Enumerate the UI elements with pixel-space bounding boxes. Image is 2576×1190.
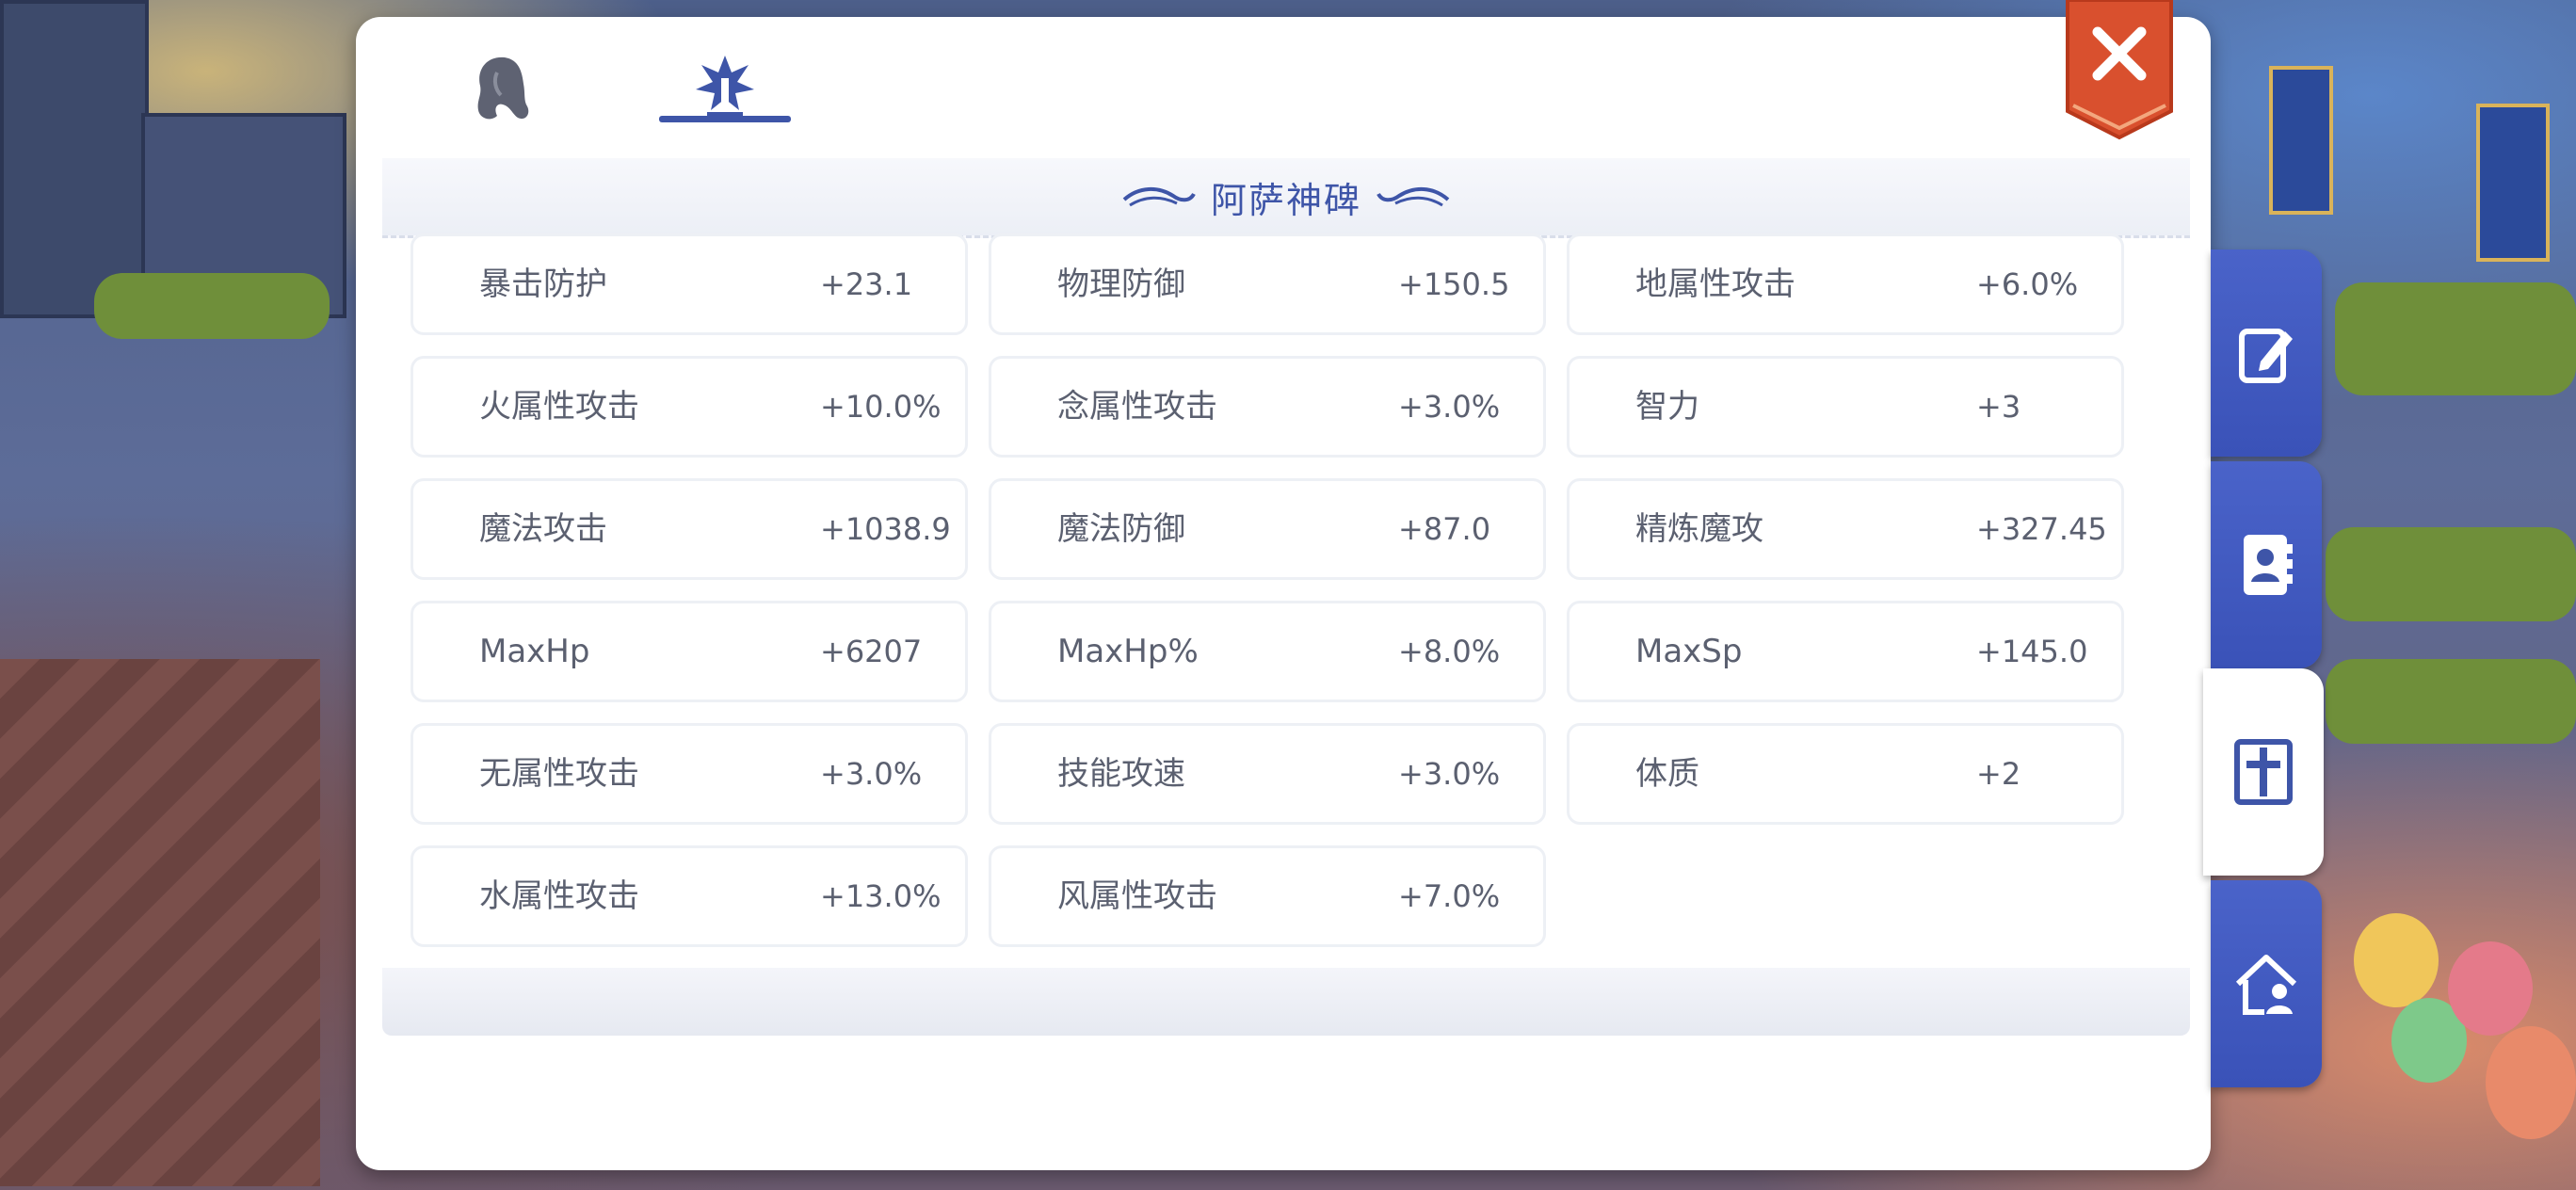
stat-cell: 风属性攻击 +7.0% bbox=[989, 845, 1546, 947]
stat-cell: 魔法攻击 +1038.9 bbox=[411, 478, 968, 580]
tab-emblem[interactable] bbox=[659, 38, 791, 141]
stat-value: +3 bbox=[1976, 389, 2021, 425]
stat-value: +6.0% bbox=[1976, 266, 2079, 302]
stat-value: +6207 bbox=[820, 634, 923, 669]
stat-cell: 体质 +2 bbox=[1567, 723, 2124, 825]
stat-cell: 暴击防护 +23.1 bbox=[411, 233, 968, 335]
stat-label: MaxHp% bbox=[1057, 633, 1199, 670]
stat-cell: 水属性攻击 +13.0% bbox=[411, 845, 968, 947]
stat-cell: 技能攻速 +3.0% bbox=[989, 723, 1546, 825]
stat-value: +327.45 bbox=[1976, 511, 2107, 547]
stat-label: 水属性攻击 bbox=[479, 877, 639, 915]
title-bar: 阿萨神碑 bbox=[382, 158, 2190, 238]
side-tab-edit[interactable] bbox=[2211, 249, 2322, 457]
stat-value: +87.0 bbox=[1398, 511, 1491, 547]
stat-label: 精炼魔攻 bbox=[1635, 510, 1763, 548]
side-tab-guild-house[interactable] bbox=[2211, 880, 2322, 1087]
side-tab-emblem[interactable] bbox=[2203, 668, 2324, 876]
panel-title: 阿萨神碑 bbox=[1210, 179, 1361, 221]
stat-value: +7.0% bbox=[1398, 878, 1501, 914]
stat-value: +8.0% bbox=[1398, 634, 1501, 669]
stat-value: +3.0% bbox=[1398, 756, 1501, 792]
stats-panel: 阿萨神碑 暴击防护 +23.1 物理防御 +150.5 地属性攻击 +6.0% … bbox=[356, 17, 2211, 1170]
stat-label: 魔法防御 bbox=[1057, 510, 1185, 548]
stat-cell: 物理防御 +150.5 bbox=[989, 233, 1546, 335]
stat-cell: 魔法防御 +87.0 bbox=[989, 478, 1546, 580]
right-swirl-ornament bbox=[1377, 187, 1450, 207]
cross-emblem-icon bbox=[2234, 739, 2293, 805]
hedge bbox=[94, 273, 330, 339]
active-tab-indicator bbox=[659, 116, 791, 122]
edit-icon bbox=[2239, 329, 2293, 383]
guild-house-icon bbox=[2235, 955, 2297, 1015]
balloon bbox=[2354, 913, 2439, 1007]
stat-label: 技能攻速 bbox=[1057, 755, 1185, 793]
stat-label: 体质 bbox=[1635, 755, 1699, 793]
balloon bbox=[2448, 941, 2533, 1036]
stat-cell: 火属性攻击 +10.0% bbox=[411, 356, 968, 458]
stat-value: +150.5 bbox=[1398, 266, 1510, 302]
stat-label: 魔法攻击 bbox=[479, 510, 607, 548]
close-button[interactable] bbox=[2064, 0, 2175, 141]
stat-value: +145.0 bbox=[1976, 634, 2088, 669]
stat-cell: MaxHp% +8.0% bbox=[989, 601, 1546, 702]
stat-cell: 念属性攻击 +3.0% bbox=[989, 356, 1546, 458]
hedge bbox=[2326, 527, 2576, 621]
hair-icon bbox=[477, 56, 529, 120]
stat-cell: 智力 +3 bbox=[1567, 356, 2124, 458]
side-tab-contacts[interactable] bbox=[2211, 461, 2322, 668]
stat-label: 火属性攻击 bbox=[479, 388, 639, 426]
stat-cell: MaxSp +145.0 bbox=[1567, 601, 2124, 702]
stat-value: +3.0% bbox=[820, 756, 923, 792]
stat-label: 风属性攻击 bbox=[1057, 877, 1217, 915]
stat-value: +1038.9 bbox=[820, 511, 951, 547]
stat-label: 智力 bbox=[1635, 388, 1699, 426]
close-icon bbox=[2066, 0, 2173, 140]
stat-label: 物理防御 bbox=[1057, 265, 1185, 303]
stat-value: +3.0% bbox=[1398, 389, 1501, 425]
balloon bbox=[2486, 1026, 2576, 1139]
stat-cell: 精炼魔攻 +327.45 bbox=[1567, 478, 2124, 580]
contacts-icon bbox=[2244, 535, 2293, 595]
stat-label: MaxHp bbox=[479, 633, 590, 670]
castle-tower bbox=[0, 0, 149, 318]
left-swirl-ornament bbox=[1122, 187, 1196, 207]
stat-label: 暴击防护 bbox=[479, 265, 607, 303]
stat-label: 无属性攻击 bbox=[479, 755, 639, 793]
stat-label: MaxSp bbox=[1635, 633, 1743, 670]
stat-value: +10.0% bbox=[820, 389, 942, 425]
stat-cell: MaxHp +6207 bbox=[411, 601, 968, 702]
stat-label: 地属性攻击 bbox=[1635, 265, 1795, 303]
banner bbox=[2269, 66, 2333, 215]
hedge bbox=[2335, 282, 2576, 395]
stat-value: +13.0% bbox=[820, 878, 942, 914]
banner bbox=[2476, 104, 2550, 262]
roof-tiles bbox=[0, 659, 320, 1186]
stat-cell: 无属性攻击 +3.0% bbox=[411, 723, 968, 825]
stat-value: +2 bbox=[1976, 756, 2021, 792]
stat-value: +23.1 bbox=[820, 266, 913, 302]
tab-hair[interactable] bbox=[431, 38, 572, 141]
panel-footer bbox=[382, 968, 2190, 1036]
stat-cell: 地属性攻击 +6.0% bbox=[1567, 233, 2124, 335]
stat-label: 念属性攻击 bbox=[1057, 388, 1217, 426]
hedge bbox=[2326, 659, 2576, 744]
